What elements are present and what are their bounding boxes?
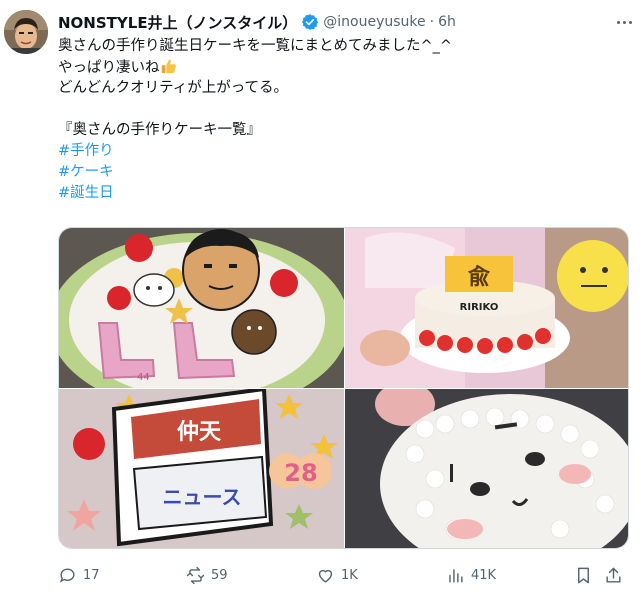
text-line: 『奥さんの手作りケーキ一覧』 [58,122,261,138]
views-button[interactable]: 41K [446,566,496,585]
timestamp[interactable]: 6h [438,14,456,30]
tile2-banner: RIRIKO [460,302,499,313]
text-line: 奥さんの手作り誕生日ケーキを一覧にまとめてみました^_^ [58,38,453,54]
svg-text:兪: 兪 [467,264,490,290]
media-image-4[interactable] [345,389,628,548]
bookmark-button[interactable] [574,566,593,585]
hashtag-link[interactable]: #誕生日 [58,183,628,204]
post-header: NONSTYLE井上（ノンスタイル） @inoueyusuke · 6h [58,10,620,34]
post-text: 奥さんの手作り誕生日ケーキを一覧にまとめてみました^_^ やっぱり凄いね どんど… [58,36,628,204]
repost-icon [186,566,205,584]
like-icon [318,569,333,583]
reply-button[interactable]: 17 [58,566,100,585]
views-icon [449,568,463,583]
reply-count: 17 [83,567,100,583]
display-name[interactable]: NONSTYLE井上（ノンスタイル） [58,12,297,33]
tile1-number: 44 [137,372,150,383]
media-image-3[interactable]: 仲天 ニュース 28 [59,389,344,548]
reply-icon [59,567,75,582]
view-count: 41K [471,567,497,583]
action-bar: 17 59 1K 41K [58,562,630,588]
repost-count: 59 [211,567,228,583]
separator-dot: · [429,14,435,30]
tile3-top-text: 仲天 [177,419,222,445]
like-count: 1K [341,567,358,583]
share-icon [606,567,621,583]
tile3-bottom-text: ニュース [163,485,242,509]
share-button[interactable] [604,566,623,585]
media-image-2[interactable]: 兪 RIRIKO [345,228,628,388]
avatar-photo [4,10,48,54]
more-icon[interactable] [612,10,636,34]
repost-button[interactable]: 59 [186,566,228,585]
media-image-1[interactable]: 44 [59,228,344,388]
hashtag-link[interactable]: #ケーキ [58,162,628,183]
handle[interactable]: @inoueyusuke [323,14,425,30]
hashtag-link[interactable]: #手作り [58,141,628,162]
thumbs-up-emoji-icon [160,57,178,75]
verified-badge-icon [301,13,319,31]
text-line-with-emoji: やっぱり凄いね [58,57,628,78]
avatar[interactable] [4,10,48,54]
text-line: どんどんクオリティが上がってる。 [58,80,288,96]
tile3-number: 28 [284,459,317,487]
text-segment: やっぱり凄いね [58,60,160,76]
like-button[interactable]: 1K [316,566,358,585]
media-grid: 44 兪 RIRIKO 仲天 ニュース 28 [58,227,629,549]
bookmark-icon [578,567,589,583]
